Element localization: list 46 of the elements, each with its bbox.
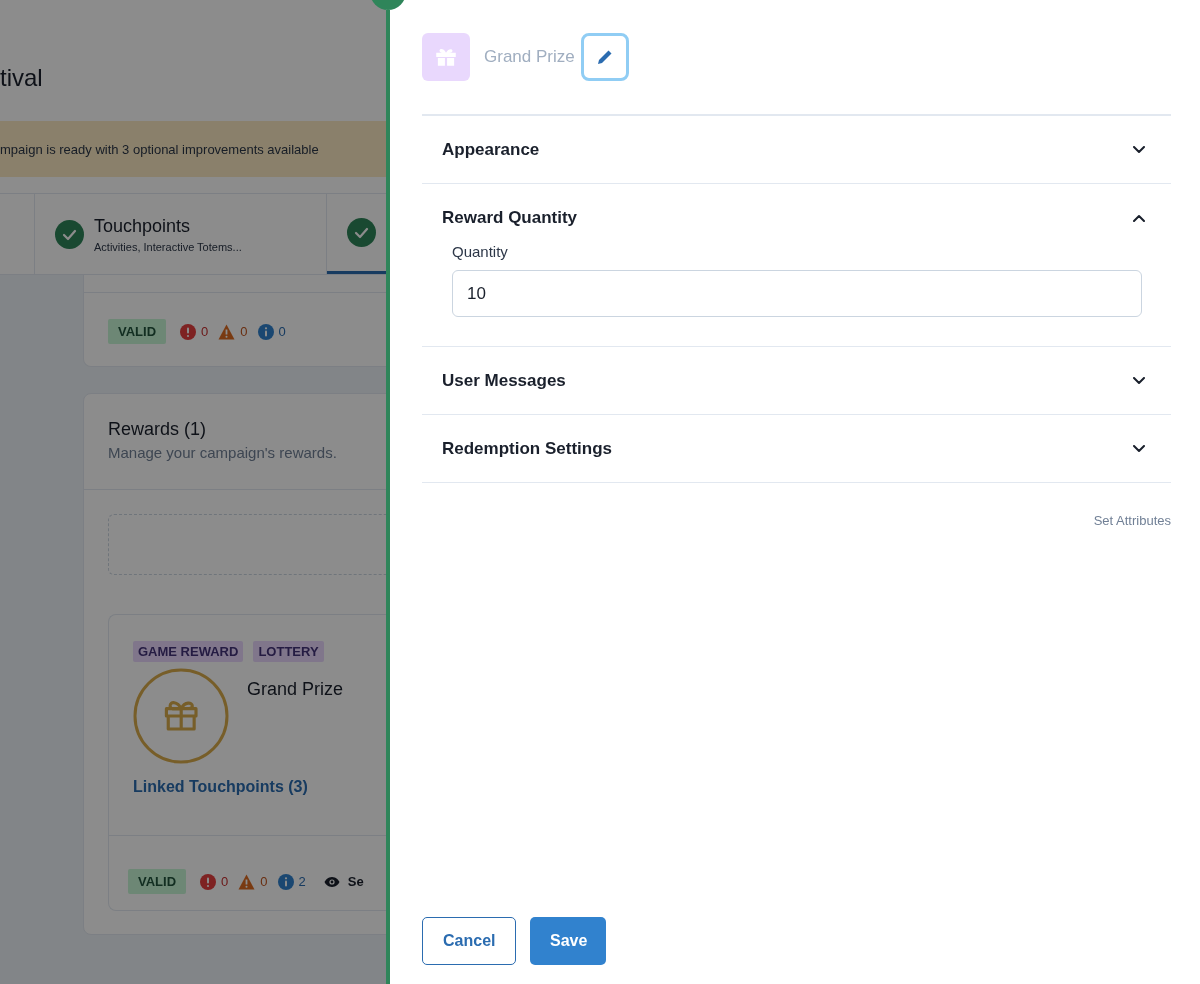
info-icon: [277, 873, 294, 890]
count-text: 0: [221, 874, 229, 889]
chevron-down-icon: [1133, 145, 1145, 154]
status-badge: VALID: [128, 869, 187, 894]
linked-touchpoints-link[interactable]: Linked Touchpoints (3): [133, 778, 308, 796]
accordion-header[interactable]: User Messages: [422, 347, 1171, 414]
section-subtitle: Manage your campaign's rewards.: [108, 444, 338, 461]
cancel-button[interactable]: Cancel: [422, 917, 516, 965]
save-button[interactable]: Save: [530, 917, 606, 965]
reward-name: Grand Prize: [484, 47, 575, 67]
check-icon: [55, 219, 84, 249]
count-text: 0: [278, 324, 286, 339]
status-badge: VALID: [108, 319, 167, 344]
accordion-header[interactable]: Appearance: [422, 116, 1171, 183]
chevron-down-icon: [1133, 376, 1145, 385]
chevron-down-icon: [1133, 444, 1145, 453]
set-attributes-link[interactable]: Set Attributes: [1093, 513, 1171, 528]
error-icon: [200, 873, 217, 890]
check-icon: [347, 218, 376, 247]
tag: GAME REWARD: [133, 641, 244, 662]
count-text: 0: [240, 324, 248, 339]
count-text: 2: [298, 874, 306, 889]
warning-icon: [238, 873, 256, 890]
section-title: Rewards (1): [108, 419, 208, 440]
gift-icon: [133, 668, 229, 764]
reward-icon: [422, 33, 470, 81]
quantity-field[interactable]: 10: [452, 270, 1142, 317]
see-button[interactable]: Se: [323, 874, 364, 889]
page-title: tival: [0, 64, 43, 92]
reward-name: Grand Prize: [247, 679, 344, 701]
count-text: 0: [260, 874, 268, 889]
info-icon: [257, 323, 274, 340]
edit-button[interactable]: [580, 33, 629, 81]
notice-banner: mpaign is ready with 3 optional improvements available: [0, 121, 386, 177]
chevron-up-icon: [1133, 213, 1145, 222]
error-icon: [180, 323, 197, 340]
tab-subtitle: Activities, Interactive Totems...: [94, 240, 242, 253]
tab-title: Touchpoints: [94, 215, 192, 237]
count-text: 0: [201, 324, 209, 339]
resize-handle[interactable]: [386, 10, 390, 984]
eye-icon: [323, 875, 340, 888]
field-label: Quantity: [452, 243, 509, 260]
accordion-header[interactable]: Redemption Settings: [422, 415, 1171, 482]
warning-icon: [218, 323, 236, 340]
tag: LOTTERY: [253, 641, 324, 662]
pencil-icon: [595, 48, 614, 66]
